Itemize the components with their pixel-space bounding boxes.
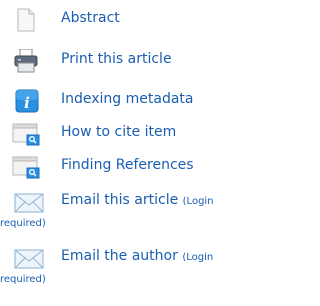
tool-cite[interactable]: How to cite item <box>0 118 249 148</box>
tool-cite-label[interactable]: How to cite item <box>61 123 176 141</box>
tool-email-author-label[interactable]: Email the author (Login <box>61 247 213 267</box>
envelope-icon <box>14 193 44 213</box>
envelope-icon <box>14 249 44 269</box>
info-icon: i <box>15 89 39 113</box>
email-author-note-continued: required) <box>0 274 46 285</box>
email-article-link[interactable]: Email this article <box>61 192 178 208</box>
tool-print[interactable]: Print this article <box>0 45 249 75</box>
tool-abstract[interactable]: Abstract <box>0 4 249 34</box>
tool-email-author[interactable]: Email the author (Login required) <box>0 243 249 291</box>
search-page-icon <box>12 156 40 179</box>
tool-indexing[interactable]: i Indexing metadata <box>0 85 249 115</box>
search-page-icon <box>12 123 40 146</box>
email-article-note-continued: required) <box>0 218 46 229</box>
svg-text:i: i <box>24 94 30 112</box>
document-icon <box>17 8 35 32</box>
tool-email-article[interactable]: Email this article (Login required) <box>0 187 249 235</box>
email-article-note: (Login <box>182 196 214 207</box>
tool-indexing-label[interactable]: Indexing metadata <box>61 90 194 108</box>
printer-icon <box>14 49 38 73</box>
tool-print-label[interactable]: Print this article <box>61 50 172 68</box>
tool-references[interactable]: Finding References <box>0 151 249 181</box>
email-author-link[interactable]: Email the author <box>61 248 178 264</box>
tool-references-label[interactable]: Finding References <box>61 156 194 174</box>
tool-abstract-label[interactable]: Abstract <box>61 9 120 27</box>
tool-email-article-label[interactable]: Email this article (Login <box>61 191 214 211</box>
email-author-note: (Login <box>182 252 214 263</box>
